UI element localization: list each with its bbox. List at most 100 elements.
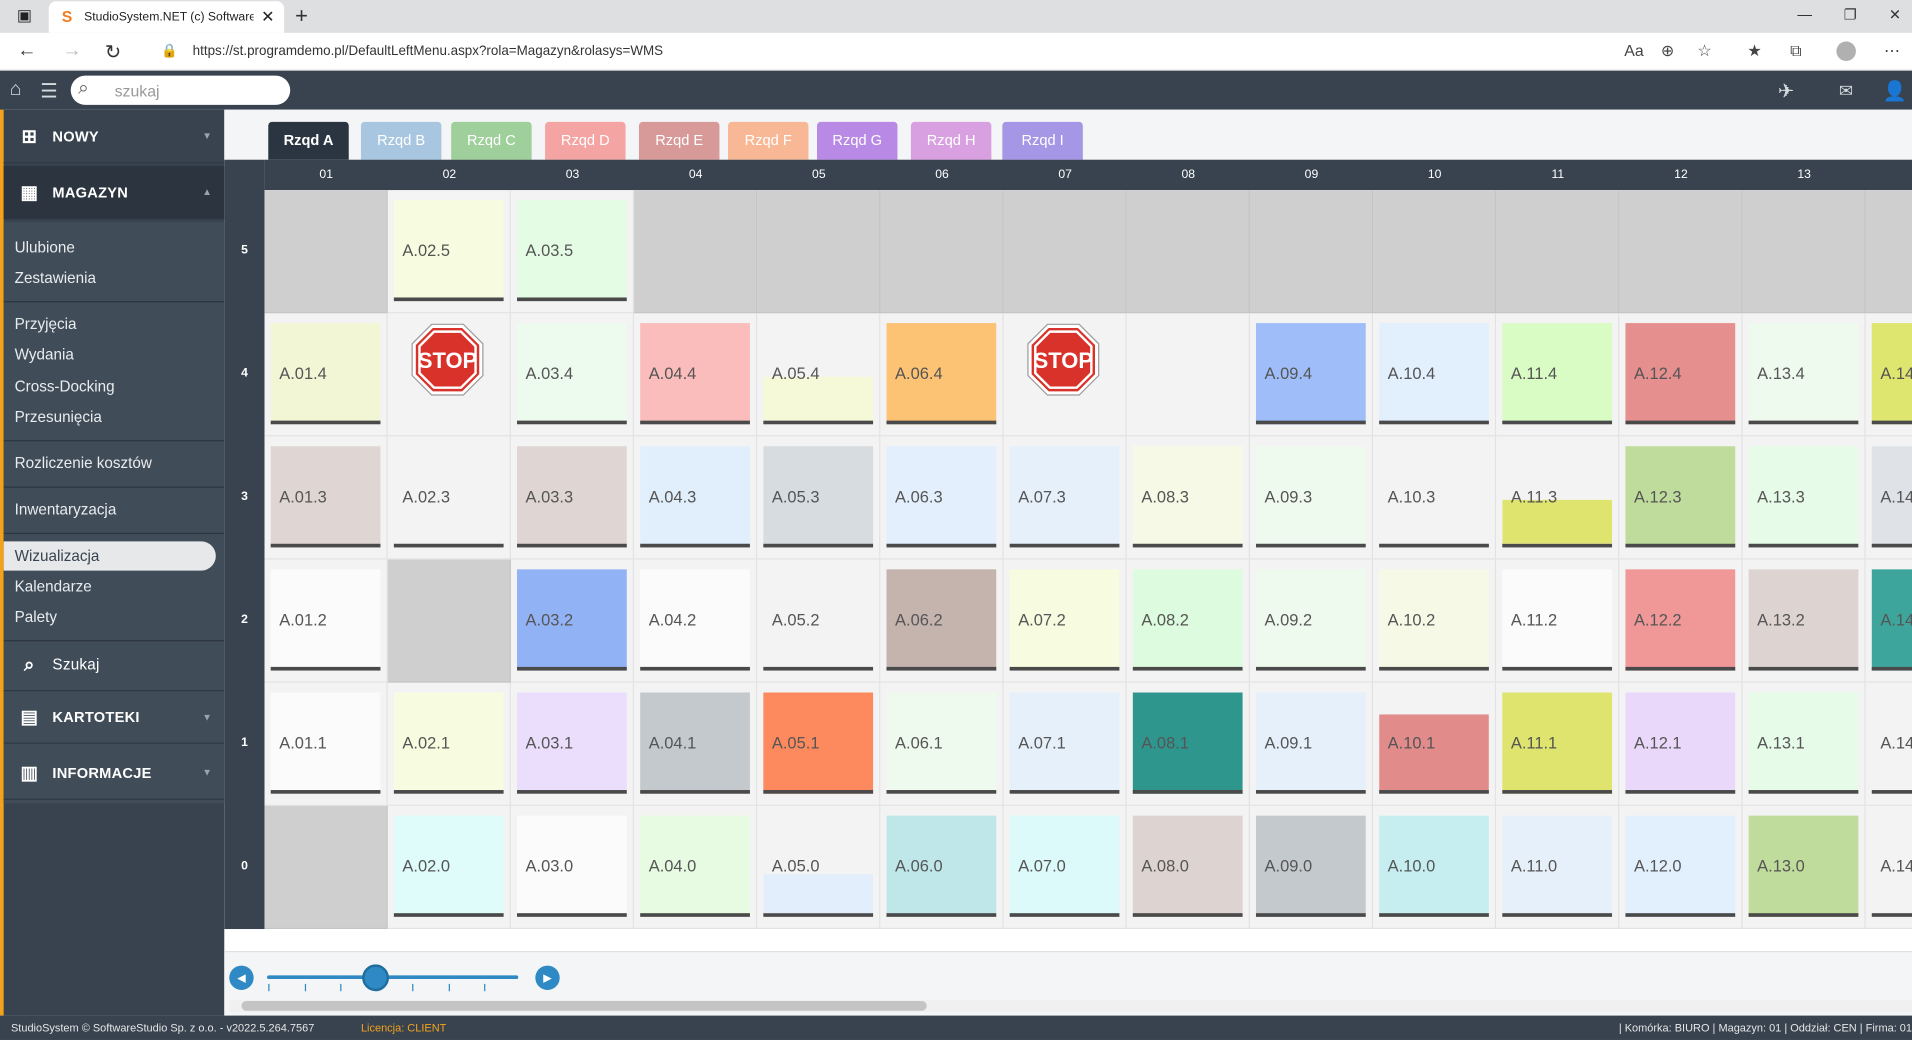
- location-box[interactable]: A.11.1: [1502, 692, 1613, 794]
- location-cell[interactable]: A.06.1: [880, 682, 1004, 806]
- sidebar-item-ulubione[interactable]: Ulubione: [4, 233, 225, 262]
- location-cell[interactable]: A.04.0: [634, 805, 758, 930]
- location-cell[interactable]: A.12.0: [1619, 805, 1743, 930]
- slider-handle[interactable]: [362, 964, 389, 992]
- location-box[interactable]: A.07.2: [1009, 569, 1120, 671]
- location-cell[interactable]: A.05.4: [757, 313, 881, 437]
- location-box[interactable]: A.14.3: [1871, 446, 1912, 548]
- location-cell[interactable]: A.03.2: [510, 559, 635, 683]
- location-cell[interactable]: A.10.0: [1373, 805, 1497, 930]
- location-box[interactable]: A.10.1: [1379, 692, 1489, 794]
- location-cell[interactable]: A.06.2: [880, 559, 1004, 683]
- settings-more-icon[interactable]: ⋯: [1884, 41, 1900, 61]
- location-cell[interactable]: A.03.5: [510, 190, 635, 314]
- location-cell[interactable]: A.11.2: [1496, 559, 1620, 683]
- user-icon[interactable]: 👤: [1883, 79, 1907, 103]
- favorite-add-icon[interactable]: ☆: [1697, 41, 1711, 61]
- location-cell[interactable]: A.09.2: [1249, 559, 1374, 683]
- location-box[interactable]: A.01.2: [270, 569, 381, 671]
- location-box[interactable]: A.06.4: [886, 323, 997, 425]
- location-cell[interactable]: A.13.3: [1742, 436, 1866, 560]
- location-box[interactable]: A.05.0: [763, 815, 874, 917]
- location-cell[interactable]: A.04.2: [634, 559, 758, 683]
- location-cell[interactable]: A.06.0: [880, 805, 1004, 930]
- location-cell[interactable]: A.03.1: [510, 682, 635, 806]
- location-box[interactable]: A.04.3: [640, 446, 750, 548]
- location-cell[interactable]: A.03.0: [510, 805, 635, 930]
- location-box[interactable]: A.04.2: [640, 569, 750, 671]
- location-box[interactable]: A.11.4: [1502, 323, 1613, 425]
- location-box[interactable]: A.12.4: [1625, 323, 1736, 425]
- location-box[interactable]: A.12.1: [1625, 692, 1736, 794]
- location-cell[interactable]: A.11.1: [1496, 682, 1620, 806]
- location-cell[interactable]: A.10.3: [1373, 436, 1497, 560]
- browser-tab[interactable]: S StudioSystem.NET (c) SoftwareSt ✕: [48, 1, 285, 33]
- location-cell[interactable]: A.14.3: [1865, 436, 1912, 560]
- row-tab-g[interactable]: Rzqd G: [816, 121, 898, 160]
- location-box[interactable]: A.05.2: [763, 569, 874, 671]
- location-box[interactable]: A.12.2: [1625, 569, 1736, 671]
- search-input[interactable]: [114, 80, 280, 100]
- location-cell[interactable]: A.11.3: [1496, 436, 1620, 560]
- collections-icon[interactable]: ⧉: [1790, 41, 1801, 61]
- location-box[interactable]: A.08.2: [1132, 569, 1243, 671]
- location-box[interactable]: A.09.1: [1255, 692, 1366, 794]
- location-cell[interactable]: A.01.1: [264, 682, 388, 806]
- favorites-icon[interactable]: ★: [1747, 41, 1761, 61]
- reload-icon[interactable]: ↻: [105, 40, 121, 64]
- location-box[interactable]: A.06.2: [886, 569, 997, 671]
- location-box[interactable]: A.07.0: [1009, 815, 1120, 917]
- location-box[interactable]: A.14.0: [1871, 815, 1912, 917]
- location-cell[interactable]: A.13.1: [1742, 682, 1866, 806]
- location-box[interactable]: A.03.0: [517, 815, 627, 917]
- sidebar-szukaj[interactable]: ⌕ Szukaj: [4, 638, 225, 692]
- location-box[interactable]: A.06.1: [886, 692, 997, 794]
- location-box[interactable]: A.04.0: [640, 815, 750, 917]
- location-box[interactable]: A.06.0: [886, 815, 997, 917]
- sidebar-kartoteki[interactable]: ▤ KARTOTEKI ▼: [3, 690, 225, 744]
- read-aloud-icon[interactable]: Aa: [1624, 41, 1643, 59]
- sidebar-item-wydania[interactable]: Wydania: [4, 340, 225, 369]
- location-cell[interactable]: A.01.4: [264, 313, 388, 437]
- sidebar-item-inwentaryzacja[interactable]: Inwentaryzacja: [4, 495, 225, 524]
- location-box[interactable]: A.07.3: [1009, 446, 1120, 548]
- sidebar-item-kalendarze[interactable]: Kalendarze: [4, 572, 225, 601]
- location-cell[interactable]: A.04.1: [634, 682, 758, 806]
- location-box[interactable]: A.14.2: [1871, 569, 1912, 671]
- location-box[interactable]: A.04.4: [640, 323, 750, 425]
- location-box[interactable]: A.10.3: [1379, 446, 1489, 548]
- sidebar-item-cross-docking[interactable]: Cross-Docking: [4, 372, 225, 401]
- location-cell[interactable]: A.05.3: [757, 436, 881, 560]
- location-box[interactable]: A.09.0: [1255, 815, 1366, 917]
- slider-track[interactable]: [267, 975, 519, 980]
- location-cell[interactable]: A.11.0: [1496, 805, 1620, 930]
- zoom-icon[interactable]: ⊕: [1661, 41, 1674, 61]
- location-box[interactable]: A.12.3: [1625, 446, 1736, 548]
- minimize-icon[interactable]: —: [1797, 6, 1812, 23]
- plane-icon[interactable]: ✈: [1778, 79, 1794, 103]
- location-box[interactable]: A.06.3: [886, 446, 997, 548]
- location-box[interactable]: A.02.3: [393, 446, 504, 548]
- location-cell[interactable]: A.07.0: [1003, 805, 1127, 930]
- location-cell[interactable]: A.02.0: [387, 805, 511, 930]
- location-cell[interactable]: A.07.2: [1003, 559, 1127, 683]
- row-tab-c[interactable]: Rzqd C: [451, 121, 532, 160]
- sidebar-item-wizualizacja[interactable]: Wizualizacja: [3, 541, 216, 571]
- row-tab-d[interactable]: Rzqd D: [545, 121, 626, 160]
- next-icon[interactable]: ▶: [535, 965, 560, 990]
- location-cell[interactable]: A.02.5: [387, 190, 511, 314]
- location-box[interactable]: A.01.1: [270, 692, 381, 794]
- sidebar-item-przyjecia[interactable]: Przyjęcia: [4, 310, 225, 339]
- location-cell[interactable]: A.14.0: [1865, 805, 1912, 930]
- location-box[interactable]: A.03.2: [517, 569, 627, 671]
- location-box[interactable]: A.07.1: [1009, 692, 1120, 794]
- location-cell[interactable]: A.08.3: [1126, 436, 1250, 560]
- sidebar-magazyn[interactable]: ▦ MAGAZYN ▲: [3, 165, 225, 220]
- location-box[interactable]: A.03.3: [517, 446, 627, 548]
- row-tab-h[interactable]: Rzqd H: [910, 121, 992, 160]
- location-box[interactable]: A.10.4: [1379, 323, 1489, 425]
- sidebar-nowy[interactable]: ⊞ NOWY ▼: [3, 110, 225, 164]
- location-box[interactable]: A.14.1: [1871, 692, 1912, 794]
- row-tab-i[interactable]: Rzqd I: [1002, 121, 1083, 160]
- sidebar-informacje[interactable]: ▥ INFORMACJE ▼: [3, 746, 225, 800]
